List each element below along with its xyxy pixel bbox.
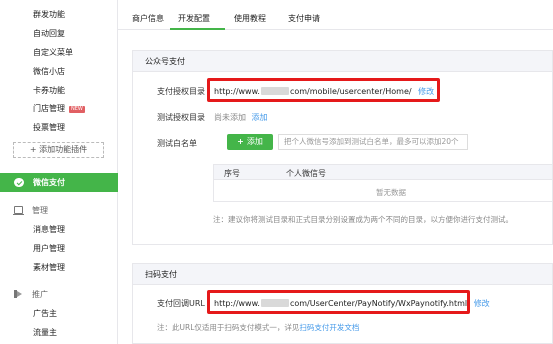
sidebar-item-cards[interactable]: 卡券功能 <box>33 85 65 96</box>
section-label: 推广 <box>32 290 48 299</box>
mp-note: 注：建议你将测试目录和正式目录分别设置成为两个不同的目录，以方便你进行支付测试。 <box>213 215 513 224</box>
column-header: 序号 <box>224 169 240 178</box>
sidebar-item-advertiser[interactable]: 广告主 <box>33 308 57 319</box>
tab-pay-apply[interactable]: 支付申请 <box>288 13 320 24</box>
sidebar: 群发功能 自动回复 自定义菜单 微信小店 卡券功能 门店管理 NEW 投票管理 +… <box>0 0 118 344</box>
scan-note: 注：此URL仅适用于扫码支付模式一，详见扫码支付开发文档 <box>157 322 359 333</box>
add-plugin-button[interactable]: + 添加功能插件 <box>13 142 104 158</box>
whitelist-add-button[interactable]: + 添加 <box>227 134 273 150</box>
test-dir-label: 测试授权目录 <box>157 113 205 122</box>
new-badge: NEW <box>69 106 85 113</box>
scan-doc-link[interactable]: 扫码支付开发文档 <box>299 323 359 332</box>
table-header: 序号 个人微信号 <box>213 164 553 180</box>
sidebar-item-messages[interactable]: 消息管理 <box>33 224 65 235</box>
column-header: 个人微信号 <box>286 169 326 178</box>
sidebar-item-label: 微信支付 <box>33 178 65 187</box>
plus-icon: + <box>237 137 244 146</box>
highlight-box <box>207 78 440 102</box>
sidebar-item-materials[interactable]: 素材管理 <box>33 262 65 273</box>
whitelist-input[interactable]: 把个人微信号添加到测试白名单，最多可以添加20个 <box>278 134 468 150</box>
tab-tutorial[interactable]: 使用教程 <box>234 13 266 24</box>
sidebar-item-vote-manage[interactable]: 投票管理 <box>33 122 65 133</box>
sidebar-item-wechat-store[interactable]: 微信小店 <box>33 66 65 77</box>
sidebar-item-mass-send[interactable]: 群发功能 <box>33 9 65 20</box>
whitelist-label: 测试白名单 <box>157 139 197 148</box>
button-label: 添加 <box>246 137 263 146</box>
sidebar-item-users[interactable]: 用户管理 <box>33 243 65 254</box>
sidebar-item-custom-menu[interactable]: 自定义菜单 <box>33 47 73 58</box>
empty-text: 暂无数据 <box>376 188 406 197</box>
sidebar-item-label: 门店管理 <box>33 104 65 113</box>
sidebar-item-publisher[interactable]: 流量主 <box>33 327 57 338</box>
sidebar-section-manage: 管理 <box>13 205 48 216</box>
section-label: 管理 <box>32 206 48 215</box>
note-text: 注：此URL仅适用于扫码支付模式一，详见 <box>157 323 300 332</box>
tab-dev-config[interactable]: 开发配置 <box>178 13 210 24</box>
monitor-icon <box>13 206 24 215</box>
callback-url-label: 支付回调URL <box>157 299 205 308</box>
test-dir-value: 尚未添加 添加 <box>214 112 268 123</box>
callback-edit-link[interactable]: 修改 <box>474 299 490 308</box>
sidebar-item-wechat-pay[interactable]: 微信支付 <box>0 173 118 192</box>
tab-merchant-info[interactable]: 商户信息 <box>132 13 164 24</box>
whitelist-table: 序号 个人微信号 暂无数据 <box>213 164 553 202</box>
sidebar-item-store-manage[interactable]: 门店管理 NEW <box>33 103 85 114</box>
active-tab-indicator <box>170 28 225 30</box>
highlight-box <box>207 290 470 314</box>
sidebar-section-promo: 推广 <box>14 289 48 300</box>
test-dir-add-link[interactable]: 添加 <box>252 113 268 122</box>
sidebar-item-auto-reply[interactable]: 自动回复 <box>33 28 65 39</box>
auth-dir-label: 支付授权目录 <box>157 87 205 96</box>
panel-title: 扫码支付 <box>133 264 552 285</box>
wechat-pay-icon <box>14 178 24 187</box>
tab-bar: 商户信息 开发配置 使用教程 支付申请 <box>118 0 553 30</box>
test-dir-empty: 尚未添加 <box>214 113 246 122</box>
table-empty-row: 暂无数据 <box>213 180 553 202</box>
panel-title: 公众号支付 <box>133 51 552 72</box>
megaphone-icon <box>14 290 23 298</box>
